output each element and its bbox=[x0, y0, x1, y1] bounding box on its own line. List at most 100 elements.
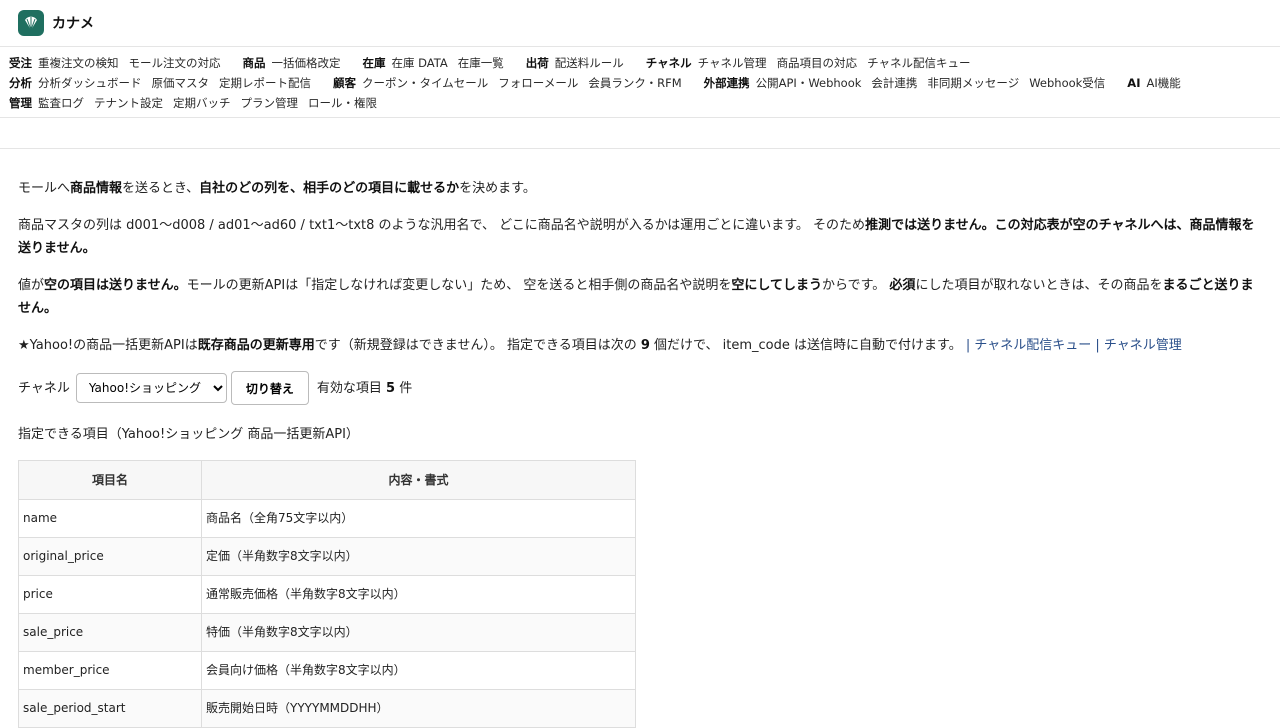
table-row: sale_price 特価（半角数字8文字以内） bbox=[18, 613, 636, 652]
field-description: 特価（半角数字8文字以内） bbox=[201, 613, 636, 652]
nav-group-channel: チャネル チャネル管理 商品項目の対応 チャネル配信キュー bbox=[646, 53, 981, 73]
text: にした項目が取れないときは、その商品を bbox=[915, 278, 1163, 293]
intro-paragraph-2: 商品マスタの列は d001〜d008 / ad01〜ad60 / txt1〜tx… bbox=[18, 214, 1262, 260]
nav-link-channel-manage[interactable]: チャネル管理 bbox=[698, 53, 767, 73]
nav-link-audit-log[interactable]: 監査ログ bbox=[38, 93, 84, 113]
emphasis: 空にしてしまう bbox=[731, 278, 822, 293]
table-row: original_price 定価（半角数字8文字以内） bbox=[18, 537, 636, 576]
nav-link-mall-orders[interactable]: モール注文の対応 bbox=[129, 53, 221, 73]
nav-group-customers: 顧客 クーポン・タイムセール フォローメール 会員ランク・RFM bbox=[333, 73, 692, 93]
app-logo-icon[interactable] bbox=[18, 10, 44, 36]
valid-count-text: 有効な項目 5 件 bbox=[317, 377, 412, 400]
nav-group-analytics: 分析 分析ダッシュボード 原価マスタ 定期レポート配信 bbox=[9, 73, 321, 93]
nav-group-stock: 在庫 在庫 DATA 在庫一覧 bbox=[363, 53, 514, 73]
app-name[interactable]: カナメ bbox=[52, 13, 94, 33]
switch-button[interactable]: 切り替え bbox=[230, 371, 309, 405]
text: モールへ bbox=[18, 181, 71, 196]
nav-link-member-rank[interactable]: 会員ランク・RFM bbox=[588, 73, 681, 93]
column-header-field: 項目名 bbox=[18, 460, 202, 500]
channel-label: チャネル bbox=[18, 380, 70, 396]
nav-link-async-message[interactable]: 非同期メッセージ bbox=[927, 73, 1019, 93]
nav-group-shipping: 出荷 配送料ルール bbox=[526, 53, 634, 73]
nav-link-bulk-price[interactable]: 一括価格改定 bbox=[272, 53, 341, 73]
nav-link-coupon-sale[interactable]: クーポン・タイムセール bbox=[362, 73, 488, 93]
nav-link-ai-features[interactable]: AI機能 bbox=[1146, 73, 1180, 93]
nav-link-plan-manage[interactable]: プラン管理 bbox=[241, 93, 299, 113]
field-name: sale_price bbox=[18, 613, 202, 652]
nav-link-analytics-dashboard[interactable]: 分析ダッシュボード bbox=[38, 73, 142, 93]
nav-group-heading: AI bbox=[1127, 76, 1141, 90]
nav-group-orders: 受注 重複注文の検知 モール注文の対応 bbox=[9, 53, 231, 73]
text: 個だけで、 item_code は送信時に自動で付けます。 bbox=[649, 338, 966, 353]
nav-link-duplicate-orders[interactable]: 重複注文の検知 bbox=[38, 53, 119, 73]
emphasis: 9 bbox=[640, 338, 650, 353]
emphasis: 空の項目は送りません。 bbox=[44, 278, 187, 293]
field-name: original_price bbox=[18, 537, 202, 576]
nav-group-heading: チャネル bbox=[645, 56, 692, 70]
channel-queue-link[interactable]: | チャネル配信キュー bbox=[966, 338, 1091, 353]
intro-paragraph-4: ★Yahoo!の商品一括更新APIは既存商品の更新専用です（新規登録はできません… bbox=[18, 334, 1262, 357]
field-description: 商品名（全角75文字以内） bbox=[201, 499, 636, 538]
nav-link-public-api[interactable]: 公開API・Webhook bbox=[756, 73, 862, 93]
nav-group-heading: 管理 bbox=[9, 96, 32, 110]
table-row: price 通常販売価格（半角数字8文字以内） bbox=[18, 575, 636, 614]
channel-select[interactable]: Yahoo!ショッピング bbox=[75, 373, 227, 403]
text: ★Yahoo!の商品一括更新APIは bbox=[18, 338, 198, 353]
nav-row-2: 分析 分析ダッシュボード 原価マスタ 定期レポート配信 顧客 クーポン・タイムセ… bbox=[9, 73, 1271, 93]
table-row: sale_period_start 販売開始日時（YYYYMMDDHH） bbox=[18, 689, 636, 728]
nav-link-follow-mail[interactable]: フォローメール bbox=[498, 73, 578, 93]
valid-suffix: 件 bbox=[395, 380, 413, 396]
nav-link-roles[interactable]: ロール・権限 bbox=[308, 93, 377, 113]
text: 値が bbox=[18, 278, 45, 293]
table-row: member_price 会員向け価格（半角数字8文字以内） bbox=[18, 651, 636, 690]
field-description: 定価（半角数字8文字以内） bbox=[201, 537, 636, 576]
nav-link-shipping-rules[interactable]: 配送料ルール bbox=[555, 53, 624, 73]
nav-link-scheduled-report[interactable]: 定期レポート配信 bbox=[219, 73, 311, 93]
channel-manage-link[interactable]: | チャネル管理 bbox=[1095, 338, 1181, 353]
nav-row-3: 管理 監査ログ テナント設定 定期バッチ プラン管理 ロール・権限 bbox=[9, 93, 1271, 113]
field-description: 通常販売価格（半角数字8文字以内） bbox=[201, 575, 636, 614]
nav-link-webhook-receive[interactable]: Webhook受信 bbox=[1029, 73, 1105, 93]
emphasis: 必須 bbox=[889, 278, 916, 293]
nav-link-scheduled-batch[interactable]: 定期バッチ bbox=[173, 93, 231, 113]
emphasis: 自社のどの列を、相手のどの項目に載せるか bbox=[199, 181, 460, 196]
table-header-row: 項目名 内容・書式 bbox=[18, 460, 636, 500]
field-name: member_price bbox=[18, 651, 202, 690]
main-nav: 受注 重複注文の検知 モール注文の対応 商品 一括価格改定 在庫 在庫 DATA… bbox=[0, 47, 1280, 118]
text: を決めます。 bbox=[459, 181, 536, 196]
nav-group-heading: 受注 bbox=[9, 56, 32, 70]
nav-link-stock-data[interactable]: 在庫 DATA bbox=[392, 53, 448, 73]
column-header-description: 内容・書式 bbox=[201, 460, 636, 500]
nav-group-heading: 顧客 bbox=[333, 76, 356, 90]
text: からです。 bbox=[821, 278, 890, 293]
text: モールの更新APIは「指定しなければ変更しない」ため、 空を送ると相手側の商品名… bbox=[186, 278, 732, 293]
text: を送るとき、 bbox=[122, 181, 200, 196]
main-content: モールへ商品情報を送るとき、自社のどの列を、相手のどの項目に載せるかを決めます。… bbox=[0, 149, 1280, 728]
emphasis: 既存商品の更新専用 bbox=[197, 338, 315, 353]
field-description: 販売開始日時（YYYYMMDDHH） bbox=[201, 689, 636, 728]
nav-group-admin: 管理 監査ログ テナント設定 定期バッチ プラン管理 ロール・権限 bbox=[9, 93, 387, 113]
nav-group-heading: 在庫 bbox=[362, 56, 386, 70]
nav-group-heading: 出荷 bbox=[525, 56, 549, 70]
nav-link-product-field-mapping[interactable]: 商品項目の対応 bbox=[777, 53, 858, 73]
intro-paragraph-1: モールへ商品情報を送るとき、自社のどの列を、相手のどの項目に載せるかを決めます。 bbox=[18, 177, 1262, 200]
fields-table: 項目名 内容・書式 name 商品名（全角75文字以内） original_pr… bbox=[18, 460, 636, 728]
nav-link-accounting[interactable]: 会計連携 bbox=[871, 73, 917, 93]
nav-group-heading: 商品 bbox=[242, 56, 266, 70]
field-name: name bbox=[18, 499, 202, 538]
field-name: price bbox=[18, 575, 202, 614]
nav-link-stock-list[interactable]: 在庫一覧 bbox=[458, 53, 504, 73]
table-row: name 商品名（全角75文字以内） bbox=[18, 499, 636, 538]
top-bar: カナメ bbox=[0, 0, 1280, 47]
field-name: sale_period_start bbox=[18, 689, 202, 728]
nav-group-heading: 分析 bbox=[9, 76, 32, 90]
nav-link-tenant-settings[interactable]: テナント設定 bbox=[94, 93, 163, 113]
table-caption: 指定できる項目（Yahoo!ショッピング 商品一括更新API） bbox=[18, 427, 359, 442]
valid-prefix: 有効な項目 bbox=[316, 380, 387, 396]
valid-count: 5 bbox=[386, 380, 396, 396]
intro-paragraph-3: 値が空の項目は送りません。モールの更新APIは「指定しなければ変更しない」ため、… bbox=[18, 274, 1262, 320]
nav-row-1: 受注 重複注文の検知 モール注文の対応 商品 一括価格改定 在庫 在庫 DATA… bbox=[9, 53, 1271, 73]
channel-controls: チャネル Yahoo!ショッピング 切り替え 有効な項目 5 件 bbox=[18, 371, 1262, 405]
nav-link-channel-queue[interactable]: チャネル配信キュー bbox=[867, 53, 970, 73]
nav-link-cost-master[interactable]: 原価マスタ bbox=[152, 73, 210, 93]
